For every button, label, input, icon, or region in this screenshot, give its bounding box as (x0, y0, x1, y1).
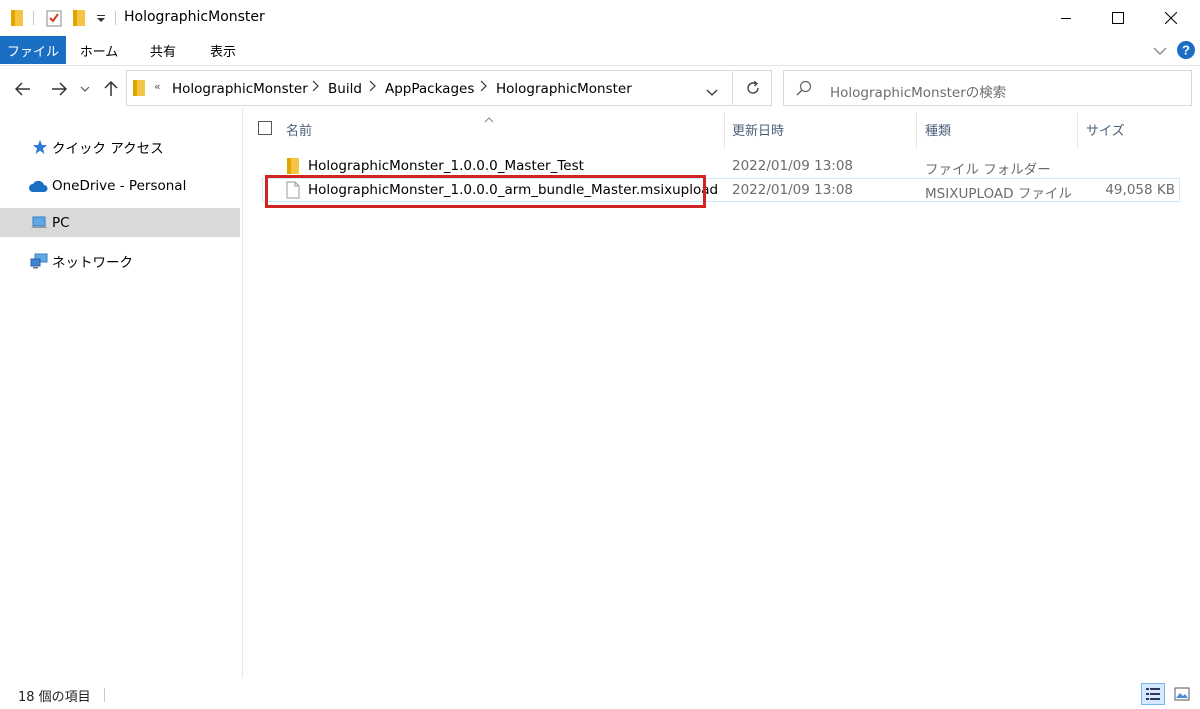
nav-item-quick-access[interactable]: クイック アクセス (0, 132, 240, 161)
divider (33, 11, 34, 25)
file-type: MSIXUPLOAD ファイル (925, 186, 1072, 202)
details-view-icon (1146, 688, 1160, 700)
file-size: 49,058 KB (1105, 182, 1175, 198)
nav-item-label: OneDrive - Personal (52, 177, 187, 194)
search-placeholder: HolographicMonsterの検索 (830, 85, 1007, 101)
network-icon (30, 253, 48, 269)
column-divider[interactable] (916, 112, 917, 148)
up-button[interactable] (98, 76, 124, 102)
nav-item-network[interactable]: ネットワーク (0, 246, 240, 275)
folder-icon (8, 8, 26, 28)
divider (115, 11, 116, 25)
help-button[interactable]: ? (1177, 41, 1195, 59)
chevron-down-icon (1153, 47, 1167, 55)
refresh-button[interactable] (734, 70, 772, 106)
overflow-crumb[interactable]: « (154, 80, 161, 93)
close-icon (1165, 12, 1177, 24)
breadcrumb-current[interactable]: HolographicMonster (496, 81, 632, 97)
nav-item-label: PC (52, 214, 70, 231)
nav-item-label: ネットワーク (52, 254, 133, 271)
file-date: 2022/01/09 13:08 (732, 182, 854, 198)
window-title: HolographicMonster (124, 9, 265, 25)
forward-button[interactable] (46, 76, 72, 102)
breadcrumb-item[interactable]: Build (328, 81, 362, 97)
refresh-icon (746, 80, 759, 94)
maximize-button[interactable] (1092, 0, 1144, 36)
arrow-left-icon (15, 82, 30, 96)
tab-home[interactable]: ホーム (72, 36, 126, 64)
column-header-name[interactable]: 名前 (286, 120, 312, 140)
tab-file[interactable]: ファイル (0, 36, 66, 64)
address-history-button[interactable] (706, 85, 718, 100)
svg-text:?: ? (1182, 43, 1190, 58)
large-icons-view-icon (1174, 687, 1190, 701)
file-date: 2022/01/09 13:08 (732, 158, 854, 174)
column-header-size[interactable]: サイズ (1086, 120, 1125, 140)
folder-icon (132, 79, 146, 101)
chevron-down-icon (80, 86, 90, 92)
column-header-date[interactable]: 更新日時 (732, 120, 784, 140)
minimize-icon (1061, 18, 1071, 19)
minimize-button[interactable] (1040, 0, 1092, 36)
highlight-box (265, 175, 706, 208)
select-all-checkbox[interactable] (258, 121, 272, 135)
maximize-icon (1112, 12, 1124, 24)
computer-icon (30, 215, 48, 231)
tab-share[interactable]: 共有 (136, 36, 190, 64)
nav-item-onedrive[interactable]: OneDrive - Personal (0, 171, 240, 200)
sort-ascending-icon (484, 112, 494, 127)
help-icon: ? (1177, 41, 1195, 59)
column-divider[interactable] (1077, 112, 1078, 148)
divider (104, 688, 105, 702)
chevron-right-icon[interactable] (480, 80, 488, 96)
search-icon (796, 80, 812, 100)
star-icon (32, 139, 48, 155)
expand-ribbon-button[interactable] (1150, 42, 1170, 60)
breadcrumb-item[interactable]: HolographicMonster (172, 81, 308, 97)
breadcrumb-item[interactable]: AppPackages (385, 81, 474, 97)
recent-locations-button[interactable] (76, 76, 94, 102)
customize-toolbar-icon[interactable] (94, 8, 108, 28)
new-folder-icon[interactable] (70, 8, 88, 28)
status-item-count: 18 個の項目 (18, 690, 91, 705)
nav-item-pc[interactable]: PC (0, 208, 240, 237)
arrow-right-icon (52, 82, 67, 96)
back-button[interactable] (10, 76, 36, 102)
column-header-type[interactable]: 種類 (925, 120, 951, 140)
close-button[interactable] (1145, 0, 1197, 36)
large-icons-view-button[interactable] (1170, 683, 1194, 705)
file-type: ファイル フォルダー (925, 162, 1051, 178)
chevron-right-icon[interactable] (312, 80, 320, 96)
properties-icon[interactable] (44, 8, 64, 28)
cloud-icon (28, 179, 48, 193)
chevron-down-icon (706, 89, 718, 96)
file-name: HolographicMonster_1.0.0.0_Master_Test (308, 158, 584, 174)
nav-item-label: クイック アクセス (52, 140, 164, 157)
chevron-right-icon[interactable] (369, 80, 377, 96)
tab-view[interactable]: 表示 (196, 36, 250, 64)
column-divider[interactable] (724, 112, 725, 148)
arrow-up-icon (104, 81, 118, 96)
details-view-button[interactable] (1141, 683, 1165, 705)
